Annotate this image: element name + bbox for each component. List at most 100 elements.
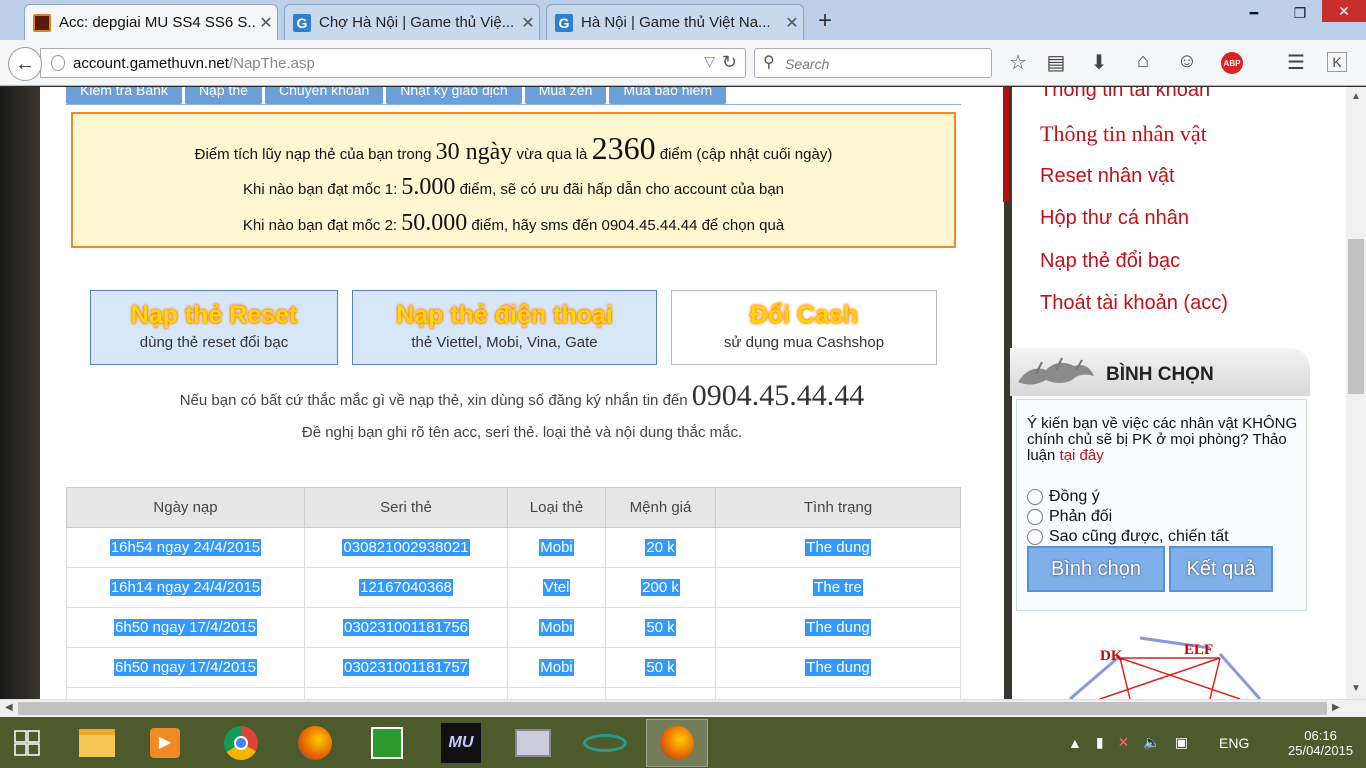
url-bar[interactable]: account.gamethuvn.net/NapThe.asp ▽ ↻ <box>40 48 746 78</box>
sidebar-item-nap-the[interactable]: Nạp thẻ đổi bạc <box>1040 250 1180 273</box>
vote-option-agree[interactable]: Đồng ý <box>1027 488 1100 506</box>
chevron-down-icon[interactable]: ▽ <box>704 53 715 70</box>
horizontal-scrollbar[interactable]: ◀ ▶ <box>0 699 1366 717</box>
subtab-kiem-tra-bank[interactable]: Kiểm tra Bank <box>66 87 182 104</box>
table-cell: 030231001181756 <box>304 607 508 648</box>
vote-option-disagree[interactable]: Phản đối <box>1027 508 1112 526</box>
table-cell: The dung <box>715 607 961 648</box>
subtab-nhat-ky[interactable]: Nhật ký giao dịch <box>386 87 522 104</box>
back-button[interactable]: ← <box>8 47 42 81</box>
radio-button[interactable] <box>1027 529 1043 545</box>
new-tab-button[interactable]: + <box>818 7 832 35</box>
column-header: Mệnh giá <box>605 487 716 528</box>
doi-cash-button[interactable]: Đổi Cash sử dụng mua Cashshop <box>671 290 937 365</box>
column-header: Tình trạng <box>715 487 961 528</box>
result-button[interactable]: Kết quả <box>1169 546 1273 592</box>
vote-button[interactable]: Bình chọn <box>1027 546 1165 592</box>
start-button[interactable] <box>0 719 54 767</box>
nap-the-reset-button[interactable]: Nạp thẻ Reset dùng thẻ reset đổi bạc <box>90 290 338 365</box>
scroll-up-icon[interactable]: ▲ <box>1351 91 1361 102</box>
table-cell: 16h14 ngay 24/4/2015 <box>66 567 305 608</box>
window-close-button[interactable]: ✕ <box>1322 0 1366 22</box>
subtab-nap-the[interactable]: Nạp thẻ <box>184 87 262 104</box>
table-row: 6h50 ngay 17/4/2015 030231001181756 Mobi… <box>66 607 961 648</box>
firefox-active-icon[interactable] <box>646 719 708 767</box>
language-indicator[interactable]: ENG <box>1219 717 1249 768</box>
radio-button[interactable] <box>1027 489 1043 505</box>
subtab-mua-bao-hiem[interactable]: Mua bảo hiểm <box>609 87 727 104</box>
g-site-icon: G <box>555 13 573 32</box>
table-cell: Vtel <box>507 567 606 608</box>
vertical-scrollbar[interactable]: ▲ ▼ <box>1346 87 1366 699</box>
bookmarks-list-icon[interactable]: ▤ <box>1043 50 1069 75</box>
table-cell: Mobi <box>507 647 606 688</box>
class-diagram-icon: DK ELF <box>1069 636 1262 699</box>
table-cell: Mobi <box>507 607 606 648</box>
table-header-row: Ngày nạp Seri thẻ Loại thẻ Mệnh giá Tình… <box>66 487 961 528</box>
sidebar-item-logout[interactable]: Thoát tài khoản (acc) <box>1040 292 1228 315</box>
home-icon[interactable]: ⌂ <box>1130 50 1156 73</box>
divider <box>66 104 961 105</box>
close-icon[interactable]: ✕ <box>517 13 539 33</box>
minimize-button[interactable]: ━ <box>1232 0 1276 26</box>
reload-icon[interactable]: ↻ <box>722 52 737 73</box>
display-icon[interactable]: ▣ <box>1175 734 1188 751</box>
vote-title: BÌNH CHỌN <box>1106 364 1214 385</box>
subtab-chuyen-khoan[interactable]: Chuyển khoản <box>264 87 384 104</box>
tab-bar: Acc: depgiai MU SS4 SS6 S... ✕ G Chợ Hà … <box>0 0 1366 40</box>
scroll-right-icon[interactable]: ▶ <box>1332 702 1340 713</box>
nap-the-dien-thoai-button[interactable]: Nạp thẻ điện thoại thẻ Viettel, Mobi, Vi… <box>352 290 657 365</box>
sidebar-item-inbox[interactable]: Hộp thư cá nhân <box>1040 207 1189 230</box>
tab-active[interactable]: Acc: depgiai MU SS4 SS6 S... ✕ <box>24 4 278 40</box>
menu-accent-bar <box>1003 87 1009 202</box>
sidebar-item-account-info[interactable]: Thông tin tài khoản <box>1040 87 1210 102</box>
table-cell <box>507 687 606 699</box>
subtab-mua-zen[interactable]: Mua zen <box>524 87 607 104</box>
clock[interactable]: 06:16 25/04/2015 <box>1288 717 1353 768</box>
vote-option-neutral[interactable]: Sao cũng được, chiến tất <box>1027 528 1229 546</box>
table-row: 6h50 ngay 17/4/2015 030231001181757 Mobi… <box>66 647 961 688</box>
vote-question: Ý kiến bạn về việc các nhân vật KHÔNG ch… <box>1027 415 1298 464</box>
extension-k-icon[interactable]: K <box>1327 52 1347 72</box>
table-cell: Mobi <box>507 527 606 568</box>
search-input[interactable]: ⚲ Search <box>754 48 992 78</box>
battery-icon[interactable]: ▮ <box>1096 734 1104 751</box>
close-icon[interactable]: ✕ <box>781 13 803 33</box>
network-icon[interactable]: ✕ <box>1118 734 1130 751</box>
download-icon[interactable]: ⬇ <box>1086 50 1112 75</box>
viettel-icon[interactable] <box>574 719 636 767</box>
monitor-icon[interactable] <box>502 719 564 767</box>
maximize-button[interactable]: ❐ <box>1278 0 1322 26</box>
close-icon[interactable]: ✕ <box>255 13 277 33</box>
volume-icon[interactable]: 🔈 <box>1143 734 1160 751</box>
scrollbar-thumb[interactable] <box>1348 239 1364 394</box>
tab-cho-ha-noi[interactable]: G Chợ Hà Nội | Game thủ Việ... ✕ <box>284 4 540 40</box>
scrollbar-thumb[interactable] <box>18 702 1327 715</box>
tab-title: Chợ Hà Nội | Game thủ Việ... <box>319 14 515 31</box>
store-icon[interactable] <box>356 719 418 767</box>
scroll-down-icon[interactable]: ▼ <box>1351 683 1361 694</box>
help-text: Nếu bạn có bất cứ thắc mắc gì về nạp thẻ… <box>179 379 865 412</box>
notice-line-3: Khi nào bạn đạt mốc 2: 50.000 điểm, hãy … <box>242 210 785 236</box>
g-site-icon: G <box>293 13 311 32</box>
media-player-icon[interactable]: ▶ <box>134 719 196 767</box>
mu-game-icon[interactable]: MU <box>430 719 492 767</box>
discussion-link[interactable]: tại đây <box>1060 447 1104 464</box>
chrome-icon[interactable] <box>210 719 272 767</box>
radio-button[interactable] <box>1027 509 1043 525</box>
adblock-icon[interactable]: ABP <box>1221 52 1243 74</box>
sidebar-item-reset[interactable]: Reset nhân vật <box>1040 165 1175 188</box>
file-explorer-icon[interactable] <box>66 719 128 767</box>
firefox-icon[interactable] <box>284 719 346 767</box>
system-tray: ▲ ▮ ✕ 🔈 ▣ <box>1068 717 1188 768</box>
chevron-up-icon[interactable]: ▲ <box>1068 735 1082 751</box>
menu-icon[interactable]: ☰ <box>1283 50 1309 75</box>
chat-icon[interactable]: ☺ <box>1174 50 1200 73</box>
table-cell: 50 k <box>605 607 716 648</box>
scroll-left-icon[interactable]: ◀ <box>5 702 13 713</box>
bookmark-star-icon[interactable]: ☆ <box>1005 50 1031 75</box>
sidebar-item-character-info[interactable]: Thông tin nhân vật <box>1040 121 1207 147</box>
tab-ha-noi[interactable]: G Hà Nội | Game thủ Việt Na... ✕ <box>546 4 804 40</box>
table-cell: The tre <box>715 567 961 608</box>
table-cell: 6h50 ngay 17/4/2015 <box>66 607 305 648</box>
